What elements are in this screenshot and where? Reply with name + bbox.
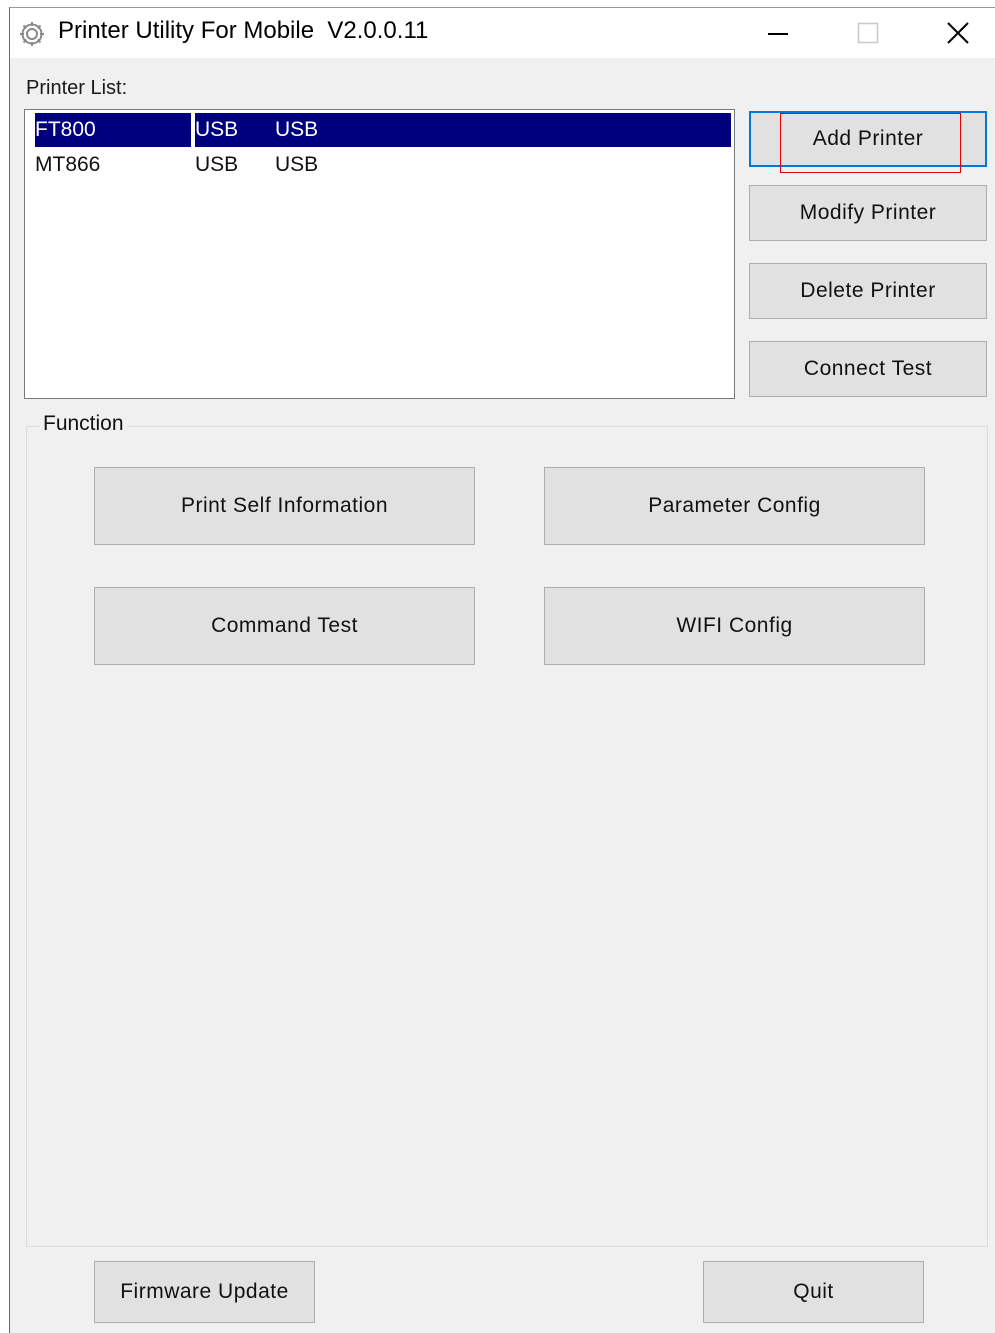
title-bar: Printer Utility For Mobile V2.0.0.11 [10,8,995,58]
parameter-config-button[interactable]: Parameter Config [544,467,925,545]
app-window: Printer Utility For Mobile V2.0.0.11 Pri… [9,7,995,1333]
function-group [26,426,988,1247]
minimize-button[interactable] [748,8,808,58]
printer-row-ft800[interactable]: FT800 USB USB [35,113,731,147]
close-icon [947,22,969,44]
wifi-config-button[interactable]: WIFI Config [544,587,925,665]
delete-printer-button[interactable]: Delete Printer [749,263,987,319]
firmware-update-button[interactable]: Firmware Update [94,1261,315,1323]
printer-listbox[interactable]: FT800 USB USB MT866 USB USB [24,109,735,399]
printer-type-cell: USB [275,153,319,176]
printer-name-cell: FT800 [35,113,191,147]
maximize-icon [857,22,879,44]
maximize-button[interactable] [838,8,898,58]
modify-printer-button[interactable]: Modify Printer [749,185,987,241]
connect-test-button[interactable]: Connect Test [749,341,987,397]
quit-button[interactable]: Quit [703,1261,924,1323]
printer-port-cell: USB [195,153,239,176]
printer-type-cell: USB [275,118,319,141]
printer-row-mt866[interactable]: MT866 USB USB [35,148,731,182]
print-self-information-button[interactable]: Print Self Information [94,467,475,545]
printer-name-cell: MT866 [35,153,101,176]
add-printer-button[interactable]: Add Printer [749,111,987,167]
close-button[interactable] [928,8,988,58]
function-group-title: Function [40,412,127,436]
minimize-icon [768,33,788,35]
printer-list-label: Printer List: [26,77,128,99]
gear-icon [17,19,47,49]
window-title: Printer Utility For Mobile V2.0.0.11 [58,17,429,44]
printer-port-text: USB [195,118,239,141]
command-test-button[interactable]: Command Test [94,587,475,665]
